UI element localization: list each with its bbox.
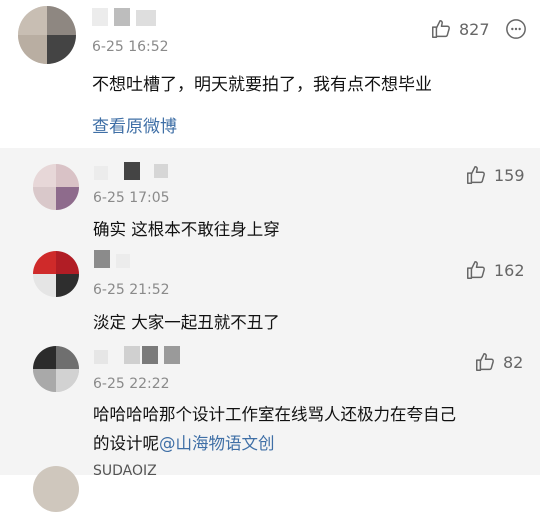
reply-avatar[interactable] [33,164,79,210]
reply-like-count: 82 [503,352,524,372]
like-button[interactable]: 827 [430,18,490,40]
reply-text-line2-prefix: 的设计呢 [93,434,159,453]
reply-text-line2: 的设计呢@山海物语文创 [93,430,275,454]
reply-username-pixelated[interactable] [94,250,154,270]
reply-time: 6-25 22:22 [93,376,170,392]
reply-like-button[interactable]: 82 [474,351,523,373]
mention-link[interactable]: @山海物语文创 [159,434,275,453]
reply-time: 6-25 17:05 [93,190,170,206]
reply-avatar[interactable] [33,346,79,392]
reply-avatar[interactable] [33,251,79,297]
thumbs-up-icon [476,353,494,371]
reply-username-pixelated[interactable] [94,162,184,182]
reply-text: 确实 这根本不敢往身上穿 [93,220,280,239]
user-avatar[interactable] [18,6,76,64]
thumbs-up-icon [467,166,485,184]
reply-like-count: 162 [494,260,525,280]
thumbs-up-icon [432,20,450,38]
reply-like-button[interactable]: 159 [465,164,525,186]
reply-avatar[interactable] [33,466,79,512]
thumbs-up-icon [467,261,485,279]
view-original-link[interactable]: 查看原微博 [92,112,177,137]
main-comment: 6-25 16:52 827 不想吐槽了，明天就要拍了，我有点不想毕业 查看原微… [0,0,540,148]
reply-text-line1: 哈哈哈哈那个设计工作室在线骂人还极力在夸自己 [93,405,456,424]
username-pixelated[interactable] [92,8,172,32]
reply-text: 淡定 大家一起丑就不丑了 [93,313,280,332]
comment-time: 6-25 16:52 [92,39,169,55]
reply-username-partial[interactable]: SUDAOIZ [93,463,157,479]
more-options-icon[interactable] [505,18,527,40]
reply-like-count: 159 [494,165,525,185]
comment-text: 不想吐槽了，明天就要拍了，我有点不想毕业 [92,75,432,95]
replies-section: 6-25 17:05 159 确实 这根本不敢往身上穿 6-25 21:52 1… [0,148,540,512]
reply-like-button[interactable]: 162 [465,259,525,281]
like-count: 827 [459,19,490,39]
reply-time: 6-25 21:52 [93,282,170,298]
reply-username-pixelated[interactable] [94,346,194,366]
